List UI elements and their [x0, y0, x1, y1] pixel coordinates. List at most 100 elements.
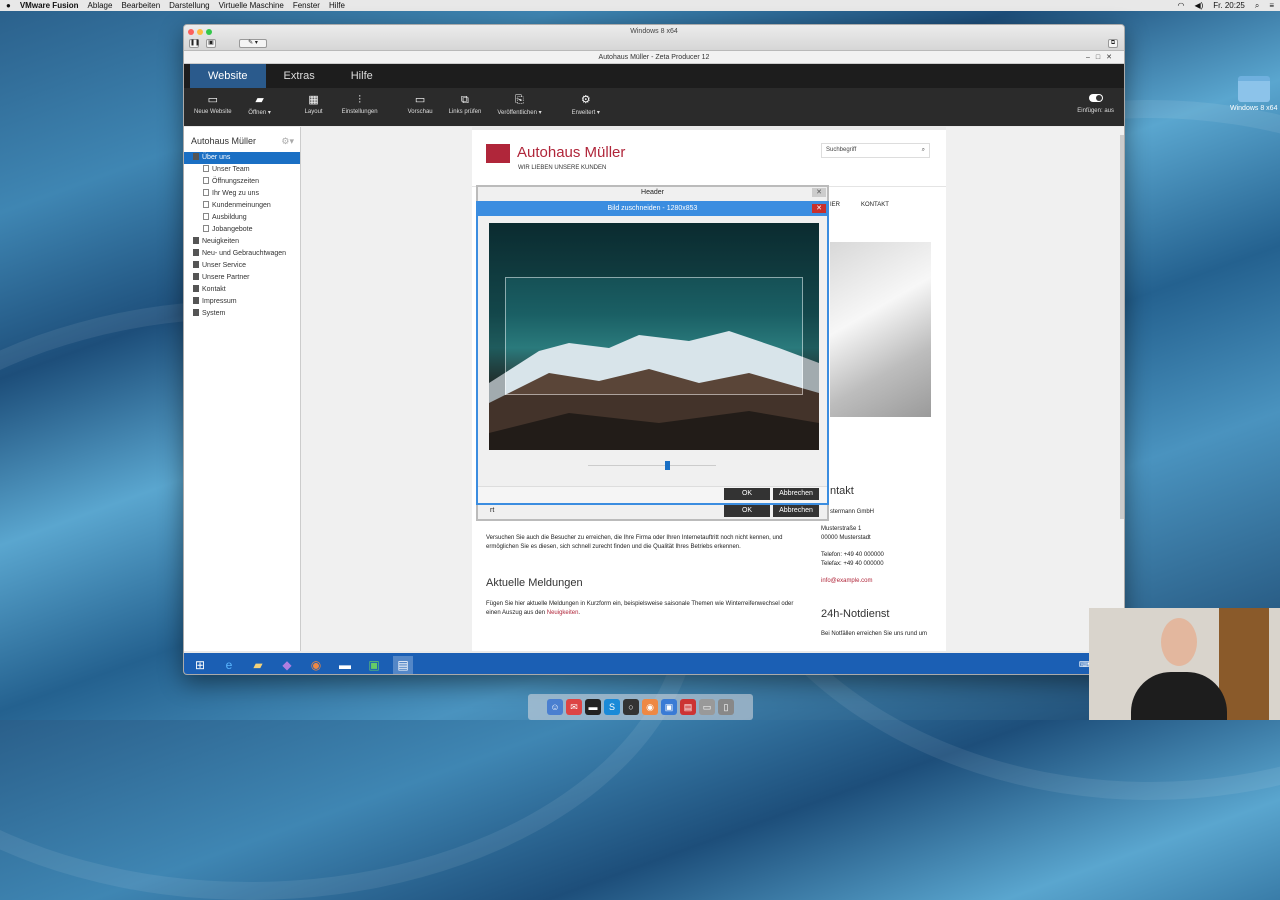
chrome-dock-icon[interactable]: ◉	[642, 699, 658, 715]
mac-app-name[interactable]: VMware Fusion	[20, 1, 79, 10]
close-icon[interactable]: ✕	[812, 204, 826, 213]
sidebar-item[interactable]: Ihr Weg zu uns	[184, 188, 300, 200]
brand-tagline: WIR LIEBEN UNSERE KUNDEN	[518, 165, 607, 171]
preview-button[interactable]: ▭ Vorschau	[408, 94, 433, 115]
snapshot-icon[interactable]: ▣	[206, 39, 216, 48]
nav-partial[interactable]: IER	[830, 202, 840, 208]
settings-button[interactable]: ⫶ Einstellungen	[342, 94, 378, 115]
crop-ok-button[interactable]: OK	[724, 488, 770, 500]
vm-window: Windows 8 x64 ❚❚ ▣ ✎ ▾ ⧉ Autohaus Müller…	[183, 24, 1125, 675]
sidebar-item[interactable]: Über uns	[184, 152, 300, 164]
paste-toggle[interactable]: Einfügen: aus	[1077, 94, 1114, 114]
sidebar-item[interactable]: Unser Service	[184, 260, 300, 272]
page-icon	[193, 249, 199, 256]
new-website-label: Neue Website	[194, 109, 232, 115]
mac-menu-vm[interactable]: Virtuelle Maschine	[219, 1, 284, 10]
tab-extras[interactable]: Extras	[266, 64, 333, 88]
layout-icon: ▦	[308, 94, 319, 106]
header-dialog-title: Header	[641, 189, 664, 196]
skype-icon[interactable]: S	[604, 699, 620, 715]
new-website-button[interactable]: ▭ Neue Website	[194, 94, 232, 115]
advanced-button[interactable]: ⚙ Erweitert ▾	[572, 94, 600, 116]
scrollbar[interactable]	[1120, 135, 1124, 519]
sidebar-item[interactable]: Neu- und Gebrauchtwagen	[184, 248, 300, 260]
sidebar-item[interactable]: Ausbildung	[184, 212, 300, 224]
contact-block: stermann GmbH Musterstraße 1 00000 Muste…	[821, 508, 884, 586]
header-ok-button[interactable]: OK	[724, 505, 770, 517]
mail-icon[interactable]: ✉	[566, 699, 582, 715]
sidebar-item[interactable]: Öffnungszeiten	[184, 176, 300, 188]
search-input[interactable]: Suchbegriff ⌕	[821, 143, 930, 158]
links-check-button[interactable]: ⧉ Links prüfen	[449, 94, 482, 115]
sidebar-item[interactable]: Kundenmeinungen	[184, 200, 300, 212]
vmware-icon[interactable]: ▣	[661, 699, 677, 715]
window-controls[interactable]: –□✕	[1086, 51, 1118, 64]
header-dialog-titlebar: Header ✕	[478, 187, 827, 199]
publish-label: Veröffentlichen ▾	[497, 110, 542, 116]
wifi-icon[interactable]: ◠	[1177, 1, 1184, 10]
app-dock-icon[interactable]: ▤	[680, 699, 696, 715]
contact-fax: Telefax: +49 40 000000	[821, 561, 884, 567]
volume-icon[interactable]: ◀)	[1194, 1, 1203, 10]
spotlight-icon[interactable]: ⌕	[1255, 1, 1259, 11]
layout-button[interactable]: ▦ Layout	[302, 94, 326, 115]
sidebar-item[interactable]: Jobangebote	[184, 224, 300, 236]
close-icon[interactable]: ✕	[812, 188, 826, 197]
zoom-slider-thumb[interactable]	[665, 461, 671, 470]
page-icon	[193, 309, 199, 316]
sidebar-item[interactable]: Kontakt	[184, 284, 300, 296]
sidebar-item[interactable]: Unser Team	[184, 164, 300, 176]
crop-selection[interactable]	[505, 277, 803, 395]
finder-icon[interactable]: ☺	[547, 699, 563, 715]
sidebar-item[interactable]: Impressum	[184, 296, 300, 308]
list-icon[interactable]: ≡	[1269, 1, 1274, 10]
toggle-switch	[1088, 94, 1103, 102]
sidebar-item[interactable]: Neuigkeiten	[184, 236, 300, 248]
apple-icon[interactable]: ●	[6, 1, 11, 10]
mac-menu-fenster[interactable]: Fenster	[293, 1, 320, 10]
terminal-icon[interactable]: ▬	[335, 656, 355, 674]
emergency-heading: 24h-Notdienst	[821, 608, 890, 620]
mac-menu-ablage[interactable]: Ablage	[88, 1, 113, 10]
tab-website[interactable]: Website	[190, 64, 266, 88]
contact-company: stermann GmbH	[830, 509, 875, 515]
visual-studio-icon[interactable]: ◆	[277, 656, 297, 674]
pause-icon[interactable]: ❚❚	[189, 39, 200, 48]
sonos-icon[interactable]: ○	[623, 699, 639, 715]
zeta-producer-icon[interactable]: ▤	[393, 655, 413, 674]
chrome-icon[interactable]: ◉	[306, 656, 326, 674]
sidebar-item[interactable]: Unsere Partner	[184, 272, 300, 284]
terminal-dock-icon[interactable]: ▬	[585, 699, 601, 715]
publish-button[interactable]: ⎘ Veröffentlichen ▾	[497, 94, 541, 116]
internet-explorer-icon[interactable]: e	[219, 656, 239, 674]
settings-wrench-icon[interactable]: ✎ ▾	[239, 39, 267, 48]
search-icon[interactable]: ⌕	[922, 144, 925, 157]
windows-start-icon[interactable]: ⊞	[190, 656, 210, 674]
sidebar-item-label: Öffnungszeiten	[212, 178, 259, 185]
mac-clock[interactable]: Fr. 20:25	[1213, 1, 1245, 10]
nav-contact[interactable]: KONTAKT	[861, 202, 889, 208]
documents-icon[interactable]: ▭	[699, 699, 715, 715]
fullscreen-icon[interactable]: ⧉	[1108, 39, 1118, 48]
trash-icon[interactable]: ▯	[718, 699, 734, 715]
contact-phone: Telefon: +49 40 000000	[821, 552, 884, 558]
news-link[interactable]: Neuigkeiten	[547, 610, 579, 616]
page-icon	[193, 297, 199, 304]
header-cancel-button[interactable]: Abbrechen	[773, 505, 819, 517]
file-explorer-icon[interactable]: ▰	[248, 656, 268, 674]
crop-cancel-button[interactable]: Abbrechen	[773, 488, 819, 500]
mac-menu-darstellung[interactable]: Darstellung	[169, 1, 209, 10]
open-button[interactable]: ▰ Öffnen ▾	[248, 94, 272, 116]
paste-label: Einfügen: aus	[1077, 108, 1114, 114]
contact-email[interactable]: info@example.com	[821, 577, 884, 586]
zoom-slider[interactable]	[588, 461, 716, 470]
desktop-folder[interactable]: Windows 8 x64	[1230, 76, 1277, 112]
mac-menu-bearbeiten[interactable]: Bearbeiten	[121, 1, 160, 10]
tab-hilfe[interactable]: Hilfe	[333, 64, 391, 88]
gear-icon[interactable]: ⚙▾	[281, 136, 294, 147]
sidebar-item[interactable]: System	[184, 308, 300, 320]
app-icon[interactable]: ▣	[364, 656, 384, 674]
crop-image[interactable]	[489, 223, 819, 450]
sidebar-item-label: Ihr Weg zu uns	[212, 190, 259, 197]
mac-menu-hilfe[interactable]: Hilfe	[329, 1, 345, 10]
